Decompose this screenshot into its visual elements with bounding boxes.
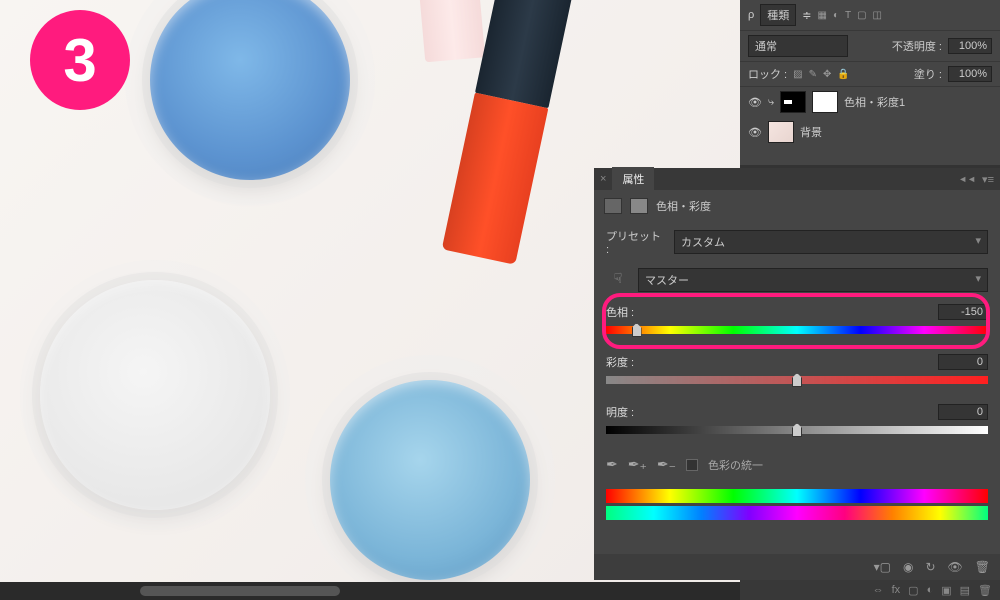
new-adjustment-icon[interactable]: ◐: [927, 584, 934, 596]
properties-tab[interactable]: 属性: [612, 167, 654, 191]
hue-slider-track[interactable]: [606, 326, 988, 334]
close-tab-icon[interactable]: ×: [600, 173, 606, 185]
new-layer-icon[interactable]: ▤: [960, 584, 970, 597]
scrollbar-thumb[interactable]: [140, 586, 340, 596]
reset-icon[interactable]: ↻: [925, 560, 935, 574]
saturation-slider-group: 彩度 : 0: [594, 348, 1000, 398]
opacity-label: 不透明度 :: [892, 38, 942, 54]
eyedropper-add-icon[interactable]: ✒₊: [628, 456, 647, 473]
filter-type-icon[interactable]: T: [845, 10, 851, 21]
layers-panel: ρ 種類 ≑ ▦ ◐ T ▢ ◫ 通常 不透明度 : 100% ロック : ▨ …: [740, 0, 1000, 165]
saturation-slider-track[interactable]: [606, 376, 988, 384]
photo-object-bottle: [415, 0, 485, 62]
panel-menu-icon[interactable]: ▾≡: [982, 173, 994, 186]
properties-footer: ▾▢ ◉ ↻ 👁 🗑: [594, 554, 1000, 580]
lock-transparency-icon[interactable]: ▨: [793, 69, 802, 80]
mask-type-icon: [630, 198, 648, 214]
layer-name[interactable]: 色相・彩度1: [844, 94, 905, 110]
lock-brush-icon[interactable]: ✎: [809, 69, 817, 80]
add-mask-icon[interactable]: ▢: [908, 584, 918, 597]
hue-slider-thumb[interactable]: [632, 323, 642, 337]
lock-all-icon[interactable]: 🔒: [837, 69, 849, 80]
hue-label: 色相 :: [606, 304, 634, 320]
saturation-slider-thumb[interactable]: [792, 373, 802, 387]
filter-smart-icon[interactable]: ◫: [873, 10, 882, 21]
new-group-icon[interactable]: ▣: [941, 584, 951, 597]
photo-object-compact-1: [150, 0, 350, 180]
visibility-toggle-icon[interactable]: 👁: [748, 96, 762, 109]
saturation-label: 彩度 :: [606, 354, 634, 370]
targeted-adjust-icon[interactable]: ☟: [606, 270, 630, 290]
layers-panel-footer: ⇔ fx ▢ ◐ ▣ ▤ 🗑: [740, 580, 1000, 600]
toggle-visibility-icon[interactable]: 👁: [948, 560, 963, 574]
hue-output-spectrum: [606, 506, 988, 520]
panel-title: 色相・彩度: [656, 198, 711, 214]
photo-object-compact-2: [330, 380, 530, 580]
layer-name[interactable]: 背景: [800, 124, 822, 140]
preset-dropdown[interactable]: カスタム: [674, 230, 988, 254]
blend-mode-dropdown[interactable]: 通常: [748, 35, 848, 57]
layer-item-background[interactable]: 👁 背景: [740, 117, 1000, 147]
filter-shape-icon[interactable]: ▢: [857, 10, 866, 21]
delete-adjustment-icon[interactable]: 🗑: [975, 560, 990, 574]
photo-object-compact-3: [40, 280, 270, 510]
fill-value[interactable]: 100%: [948, 66, 992, 82]
lock-move-icon[interactable]: ✥: [823, 69, 831, 80]
horizontal-scrollbar[interactable]: [0, 582, 740, 600]
filter-adjust-icon[interactable]: ◐: [833, 10, 839, 21]
layer-mask-thumb[interactable]: [812, 91, 838, 113]
hue-input-spectrum: [606, 489, 988, 503]
layer-thumb[interactable]: [768, 121, 794, 143]
view-previous-icon[interactable]: ◉: [903, 560, 913, 574]
filter-pixel-icon[interactable]: ▦: [817, 10, 826, 21]
adjustment-thumb-icon[interactable]: [780, 91, 806, 113]
hue-value-input[interactable]: -150: [938, 304, 988, 320]
hue-spectrum-bars: [594, 481, 1000, 535]
saturation-value-input[interactable]: 0: [938, 354, 988, 370]
panel-collapse-icon[interactable]: ◄◄: [958, 174, 976, 184]
filter-type-label: ρ: [748, 9, 754, 21]
colorize-checkbox[interactable]: [686, 459, 698, 471]
step-badge: 3: [30, 10, 130, 110]
layer-filter-dropdown[interactable]: 種類: [760, 4, 796, 26]
eyedropper-subtract-icon[interactable]: ✒₋: [657, 456, 676, 473]
adjustment-type-icon: [604, 198, 622, 214]
lightness-slider-thumb[interactable]: [792, 423, 802, 437]
lightness-slider-group: 明度 : 0: [594, 398, 1000, 448]
layer-item-adjustment[interactable]: 👁 ⤷ 色相・彩度1: [740, 87, 1000, 117]
lightness-slider-track[interactable]: [606, 426, 988, 434]
layer-filter-icons[interactable]: ▦ ◐ T ▢ ◫: [817, 10, 882, 21]
fx-icon[interactable]: fx: [892, 584, 901, 596]
colorize-label: 色彩の統一: [708, 457, 763, 473]
channel-dropdown[interactable]: マスター: [638, 268, 988, 292]
properties-panel: × 属性 ◄◄ ▾≡ 色相・彩度 プリセット : カスタム ☟ マスター 色相 …: [594, 168, 1000, 580]
opacity-value[interactable]: 100%: [948, 38, 992, 54]
eyedropper-icon[interactable]: ✒: [606, 456, 618, 473]
delete-layer-icon[interactable]: 🗑: [978, 584, 992, 597]
preset-label: プリセット :: [606, 228, 666, 256]
link-layers-icon[interactable]: ⇔: [873, 584, 884, 596]
lock-label: ロック :: [748, 66, 787, 82]
fill-label: 塗り :: [914, 66, 942, 82]
lightness-label: 明度 :: [606, 404, 634, 420]
visibility-toggle-icon[interactable]: 👁: [748, 126, 762, 139]
clip-to-layer-icon[interactable]: ▾▢: [874, 560, 891, 574]
lightness-value-input[interactable]: 0: [938, 404, 988, 420]
hue-slider-group: 色相 : -150: [594, 298, 1000, 348]
